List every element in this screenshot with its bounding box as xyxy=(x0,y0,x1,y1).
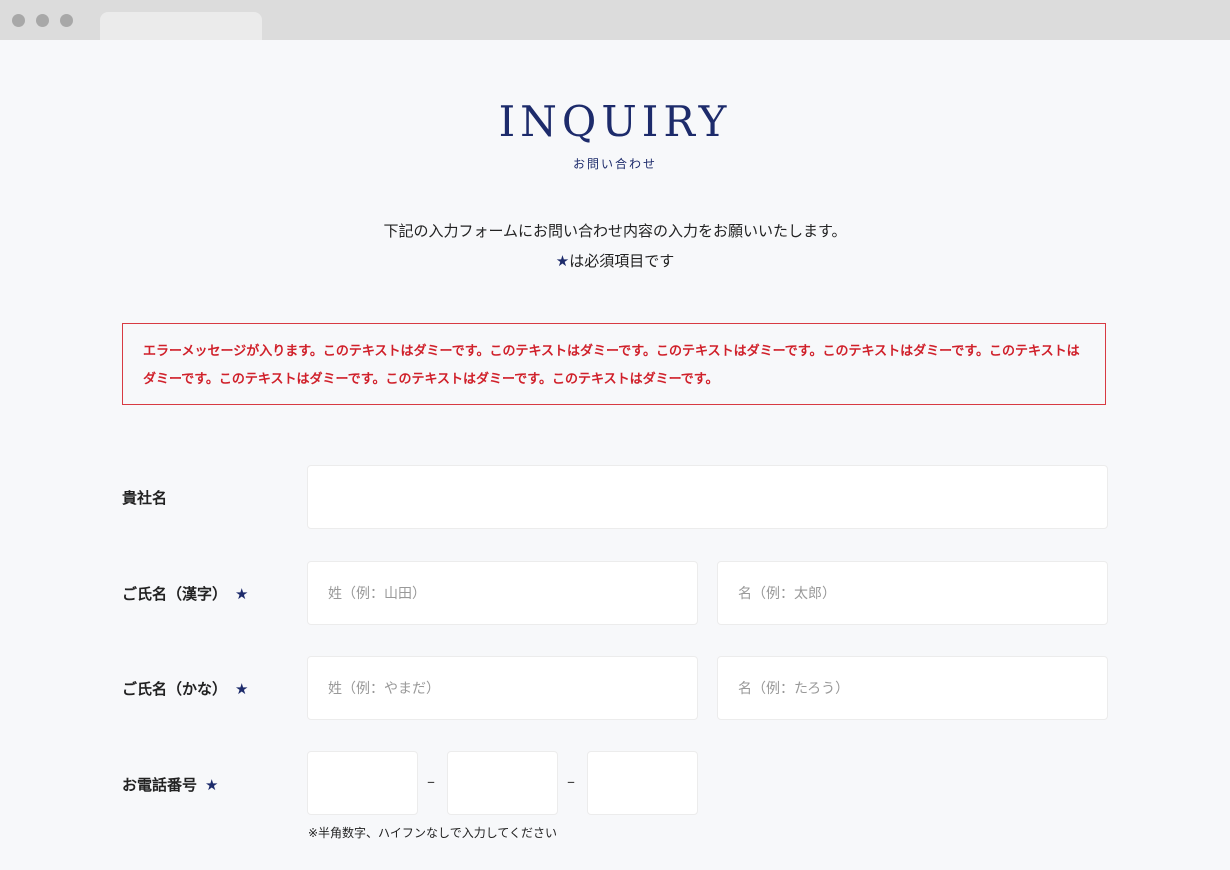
browser-tab[interactable] xyxy=(100,12,262,40)
phone-note: ※半角数字、ハイフンなしで入力してください xyxy=(308,826,557,840)
input-placeholder: 名（例：たろう） xyxy=(738,681,850,697)
browser-chrome xyxy=(0,0,1230,40)
page-title: INQUIRY xyxy=(498,97,732,146)
input-placeholder: 姓（例：山田） xyxy=(328,586,426,602)
window-dot-icon[interactable] xyxy=(36,14,49,27)
window-dot-icon[interactable] xyxy=(12,14,25,27)
intro-line: 下記の入力フォームにお問い合わせ内容の入力をお願いいたします。 xyxy=(383,222,847,240)
first-name-kanji-input[interactable]: 名（例：太郎） xyxy=(717,561,1108,625)
company-label: 貴社名 xyxy=(122,487,167,508)
required-star-icon: ★ xyxy=(205,776,219,794)
error-message-text: エラーメッセージが入ります。このテキストはダミーです。このテキストはダミーです。… xyxy=(143,344,1080,387)
required-star-icon: ★ xyxy=(555,252,570,270)
phone-part2-input[interactable] xyxy=(447,751,558,815)
phone-part3-input[interactable] xyxy=(587,751,698,815)
intro-text: 下記の入力フォームにお問い合わせ内容の入力をお願いいたします。 ★は必須項目です xyxy=(0,216,1230,276)
company-label-text: 貴社名 xyxy=(122,489,168,507)
required-star-icon: ★ xyxy=(235,680,249,698)
error-message-box: エラーメッセージが入ります。このテキストはダミーです。このテキストはダミーです。… xyxy=(122,323,1106,405)
phone-label: お電話番号 ★ xyxy=(122,774,218,795)
window-dot-icon[interactable] xyxy=(60,14,73,27)
input-placeholder: 姓（例：やまだ） xyxy=(328,681,440,697)
phone-label-text: お電話番号 xyxy=(122,776,198,794)
page-content: INQUIRY お問い合わせ 下記の入力フォームにお問い合わせ内容の入力をお願い… xyxy=(0,40,1230,870)
required-note: ★は必須項目です xyxy=(0,246,1230,276)
last-name-kanji-input[interactable]: 姓（例：山田） xyxy=(307,561,698,625)
required-star-icon: ★ xyxy=(235,585,249,603)
phone-separator: – xyxy=(427,772,435,791)
phone-separator: – xyxy=(567,772,575,791)
name-kana-label-text: ご氏名（かな） xyxy=(122,680,228,698)
last-name-kana-input[interactable]: 姓（例：やまだ） xyxy=(307,656,698,720)
input-placeholder: 名（例：太郎） xyxy=(738,586,836,602)
required-note-text: は必須項目です xyxy=(569,252,675,270)
name-kanji-label-text: ご氏名（漢字） xyxy=(122,585,228,603)
page-subtitle: お問い合わせ xyxy=(572,157,657,171)
company-input[interactable] xyxy=(307,465,1108,529)
first-name-kana-input[interactable]: 名（例：たろう） xyxy=(717,656,1108,720)
name-kanji-label: ご氏名（漢字） ★ xyxy=(122,583,248,604)
phone-part1-input[interactable] xyxy=(307,751,418,815)
name-kana-label: ご氏名（かな） ★ xyxy=(122,678,248,699)
